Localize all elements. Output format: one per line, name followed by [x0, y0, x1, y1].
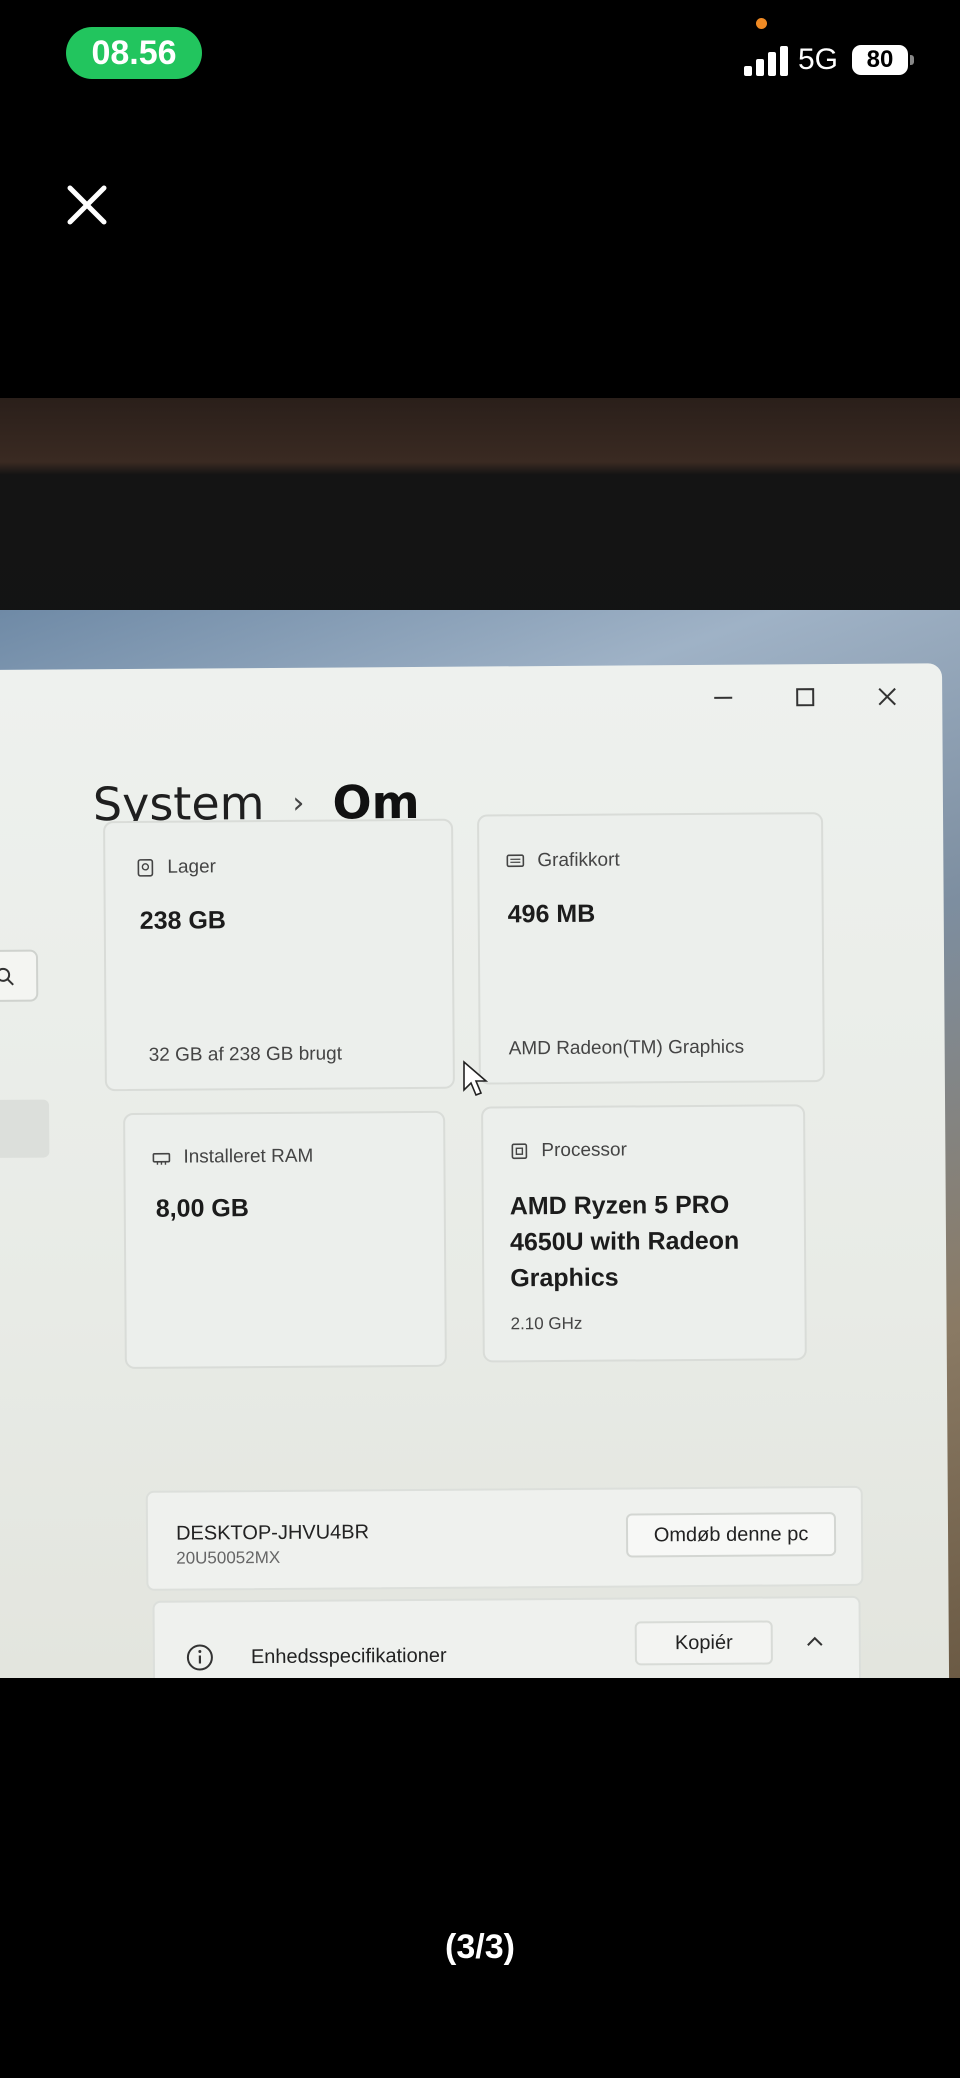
- maximize-icon[interactable]: [790, 682, 820, 712]
- ram-value: 8,00 GB: [155, 1194, 249, 1223]
- copy-button[interactable]: Kopiér: [634, 1620, 773, 1666]
- processor-label: Processor: [509, 1139, 627, 1162]
- search-icon: [0, 967, 14, 986]
- mouse-cursor-icon: [463, 1060, 489, 1097]
- graphics-memory-value: 496 MB: [507, 899, 596, 929]
- ram-card: Installeret RAM 8,00 GB: [123, 1110, 447, 1370]
- storage-card: Lager 238 GB 32 GB af 238 GB brugt: [103, 818, 455, 1092]
- gpu-icon: [506, 854, 525, 868]
- network-type: 5G: [798, 43, 839, 76]
- storage-label: Lager: [135, 856, 216, 879]
- window-close-icon[interactable]: [872, 682, 902, 712]
- photo-of-screen: System › Om Lager 238 GB 32 GB af 238 GB…: [0, 398, 960, 1678]
- sidebar-selected-item[interactable]: [0, 1099, 50, 1159]
- battery-tip: [910, 55, 914, 65]
- chevron-up-icon[interactable]: [803, 1630, 827, 1654]
- signal-strength-icon: [744, 46, 788, 76]
- status-time: 08.56: [66, 27, 202, 79]
- processor-speed: 2.10 GHz: [510, 1313, 583, 1334]
- search-button[interactable]: [0, 949, 39, 1003]
- processor-card: Processor AMD Ryzen 5 PRO 4650U with Rad…: [481, 1104, 807, 1363]
- graphics-card: Grafikkort 496 MB AMD Radeon(TM) Graphic…: [477, 812, 825, 1085]
- ram-label: Installeret RAM: [151, 1146, 313, 1169]
- phone-status-bar: 08.56 5G 80: [0, 0, 960, 120]
- rename-pc-button[interactable]: Omdøb denne pc: [625, 1512, 837, 1558]
- device-specifications-header[interactable]: Enhedsspecifikationer Kopiér: [152, 1595, 862, 1678]
- info-icon: [186, 1644, 213, 1671]
- battery-icon: 80: [852, 45, 908, 75]
- close-icon[interactable]: [62, 180, 112, 230]
- storage-usage: 32 GB af 238 GB brugt: [148, 1043, 343, 1066]
- device-specifications-label: Enhedsspecifikationer: [250, 1644, 447, 1669]
- ram-icon: [152, 1152, 171, 1165]
- settings-window: System › Om Lager 238 GB 32 GB af 238 GB…: [0, 663, 950, 1678]
- drive-icon: [137, 859, 154, 877]
- processor-name: AMD Ryzen 5 PRO 4650U with Radeon Graphi…: [509, 1190, 740, 1293]
- device-name: DESKTOP-JHVU4BR: [175, 1521, 370, 1545]
- minimize-icon[interactable]: [708, 683, 738, 713]
- page-indicator: (3/3): [445, 1928, 515, 1966]
- cpu-icon: [511, 1143, 528, 1160]
- device-name-card: DESKTOP-JHVU4BR 20U50052MX Omdøb denne p…: [145, 1485, 864, 1591]
- graphics-label: Grafikkort: [505, 850, 620, 873]
- recording-indicator-dot: [756, 18, 767, 29]
- breadcrumb-separator: ›: [292, 785, 305, 821]
- device-model: 20U50052MX: [176, 1547, 281, 1568]
- storage-value: 238 GB: [139, 906, 227, 935]
- graphics-adapter-name: AMD Radeon(TM) Graphics: [508, 1036, 745, 1060]
